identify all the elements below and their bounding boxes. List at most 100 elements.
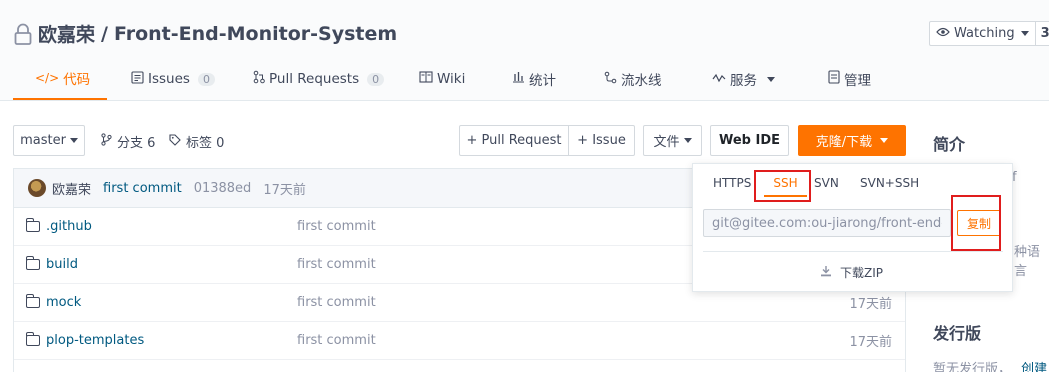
file-name: .github (46, 219, 92, 234)
branches-link[interactable]: 分支 6 (101, 132, 155, 151)
branches-label: 分支 6 (117, 136, 156, 151)
watch-button[interactable]: Watching 3 (929, 21, 1049, 46)
create-release-link[interactable]: 创建 (1021, 362, 1047, 372)
folder-icon (25, 256, 40, 270)
issues-count-badge: 0 (197, 72, 215, 86)
repo-separator: / (101, 22, 108, 45)
chevron-down-icon (880, 138, 889, 143)
issues-icon (131, 70, 144, 88)
watch-count[interactable]: 3 (1036, 26, 1049, 41)
watch-dropdown[interactable]: Watching (930, 22, 1036, 45)
popup-divider (703, 251, 1003, 252)
new-issue-button[interactable]: + Issue (568, 125, 635, 156)
intro-title: 简介 (933, 135, 966, 154)
tab-label: Pull Requests (269, 71, 360, 87)
file-commit-message[interactable]: first commit (297, 219, 376, 234)
no-release-text: 暂无发行版， 创建 (933, 358, 1047, 372)
stats-icon (512, 71, 525, 87)
tags-label: 标签 0 (186, 136, 225, 151)
download-zip-link[interactable]: 下载ZIP (820, 264, 883, 281)
branch-select-label: master (20, 133, 66, 148)
pull-request-icon (253, 70, 265, 88)
file-link[interactable]: build (25, 256, 78, 272)
web-ide-label: Web IDE (718, 133, 781, 148)
tab-pipeline[interactable]: 流水线 (604, 58, 688, 100)
file-link[interactable]: mock (25, 294, 82, 310)
table-row: plop-templates first commit 17天前 (14, 322, 905, 360)
file-link[interactable]: .github (25, 218, 92, 234)
file-commit-message[interactable]: first commit (297, 295, 376, 310)
tab-label: 流水线 (621, 73, 662, 89)
tab-issues[interactable]: Issues 0 (131, 58, 235, 100)
repo-nav-tabs: </> 代码 Issues 0 Pull Requests 0 Wiki 统计 … (13, 58, 894, 101)
file-menu-label: 文件 (653, 135, 680, 150)
tab-service[interactable]: 服务 (712, 58, 802, 100)
clone-tab-svn[interactable]: SVN (814, 176, 839, 190)
code-icon: </> (35, 71, 60, 85)
repo-owner-link[interactable]: 欧嘉荣 (38, 20, 95, 47)
no-release-label: 暂无发行版， (933, 362, 1012, 372)
tab-label: 统计 (529, 73, 556, 89)
release-title: 发行版 (933, 324, 982, 343)
copy-button-highlight (951, 195, 1001, 251)
eye-icon (936, 26, 950, 41)
file-commit-message[interactable]: first commit (297, 333, 376, 348)
chevron-down-icon (69, 138, 78, 143)
commit-hash[interactable]: 01388ed (194, 181, 252, 196)
clone-tab-svn-ssh[interactable]: SVN+SSH (860, 176, 919, 190)
folder-icon (25, 332, 40, 346)
clone-download-button[interactable]: 克隆/下载 (798, 125, 906, 156)
service-icon (712, 71, 726, 87)
file-name: mock (46, 295, 82, 310)
repo-header: 欧嘉荣 / Front-End-Monitor-System Watching … (0, 0, 1049, 101)
tags-link[interactable]: 标签 0 (169, 132, 224, 151)
wiki-icon (419, 71, 433, 87)
clone-url-input[interactable] (703, 209, 951, 237)
file-commit-message[interactable]: first commit (297, 257, 376, 272)
chevron-down-icon (683, 138, 692, 143)
tab-stats[interactable]: 统计 (512, 58, 580, 100)
tab-label: 管理 (844, 73, 871, 89)
web-ide-button[interactable]: Web IDE (710, 125, 789, 156)
tab-wiki[interactable]: Wiki (419, 58, 487, 100)
avatar[interactable] (28, 179, 46, 197)
tab-code[interactable]: </> 代码 (13, 58, 107, 100)
pr-count-badge: 0 (367, 72, 385, 86)
tab-label: 服务 (730, 73, 757, 89)
tab-pull-requests[interactable]: Pull Requests 0 (253, 58, 401, 100)
chevron-down-icon (1020, 31, 1029, 36)
tab-label: Issues (148, 71, 190, 87)
pipeline-icon (604, 71, 617, 88)
branch-icon (101, 133, 112, 150)
chevron-down-icon (767, 76, 775, 82)
commit-time: 17天前 (263, 182, 306, 198)
tab-label: 代码 (63, 72, 91, 88)
folder-icon (25, 218, 40, 232)
manage-icon (828, 70, 840, 88)
tag-icon (169, 133, 181, 150)
commit-message[interactable]: first commit (103, 181, 182, 196)
lock-icon (14, 23, 32, 45)
watch-label: Watching (954, 26, 1015, 41)
clone-tab-https[interactable]: HTTPS (713, 176, 751, 190)
download-zip-label: 下载ZIP (840, 266, 883, 280)
branch-select[interactable]: master (13, 125, 85, 156)
repo-name-link[interactable]: Front-End-Monitor-System (114, 23, 397, 45)
new-issue-label: + Issue (577, 133, 626, 148)
file-time: 17天前 (849, 335, 892, 350)
file-name: build (46, 257, 78, 272)
repo-title: 欧嘉荣 / Front-End-Monitor-System (14, 20, 397, 47)
new-pull-request-button[interactable]: + Pull Request (459, 125, 569, 156)
tab-manage[interactable]: 管理 (828, 58, 894, 100)
folder-icon (25, 294, 40, 308)
commit-author[interactable]: 欧嘉荣 (52, 179, 91, 198)
file-time: 17天前 (849, 297, 892, 312)
download-icon (820, 265, 832, 280)
file-name: plop-templates (46, 333, 145, 348)
file-menu-button[interactable]: 文件 (643, 125, 702, 156)
ssh-tab-highlight (754, 170, 811, 202)
tab-label: Wiki (437, 71, 466, 87)
file-link[interactable]: plop-templates (25, 332, 145, 348)
language-text-fragment: 种语言 (1014, 245, 1041, 279)
new-pull-request-label: + Pull Request (466, 133, 562, 148)
